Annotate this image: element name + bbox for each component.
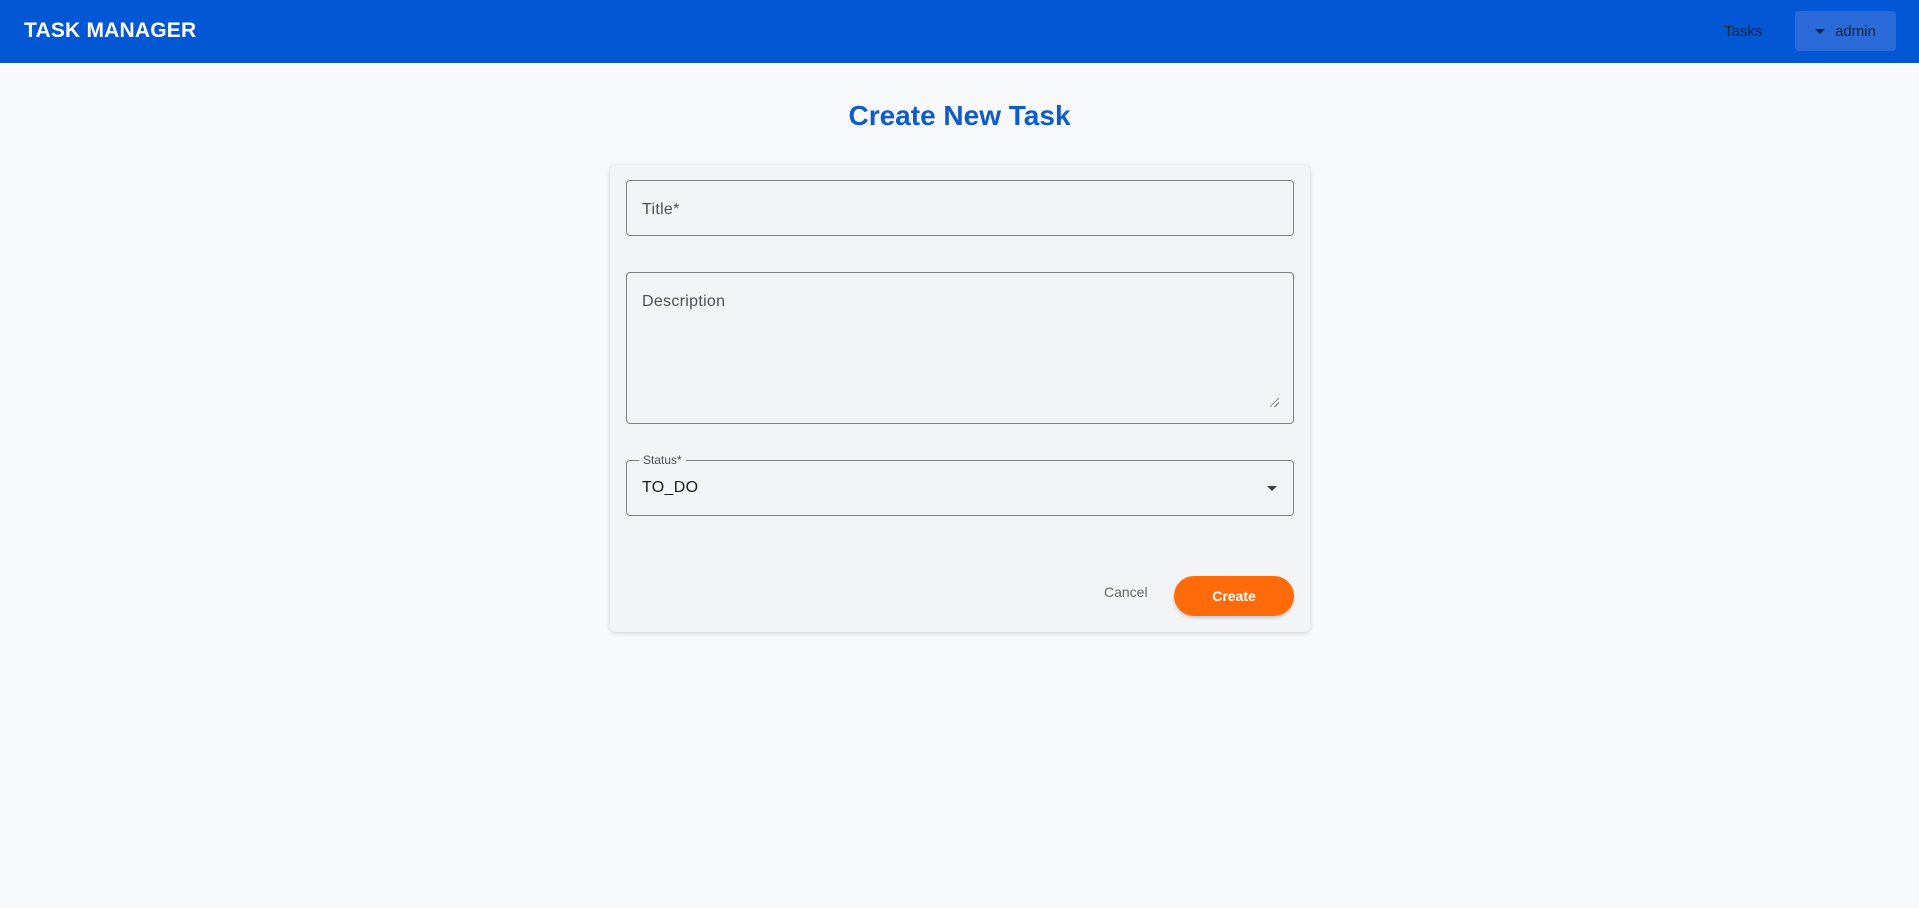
description-field[interactable]: Description: [626, 272, 1294, 424]
resize-handle-icon[interactable]: [1270, 398, 1279, 407]
chevron-down-icon: [1815, 28, 1826, 34]
page-title: Create New Task: [848, 100, 1071, 131]
status-select[interactable]: Status* TO_DO: [626, 453, 1294, 516]
nav-tasks-link[interactable]: Tasks: [1714, 20, 1772, 44]
title-field[interactable]: Title*: [626, 180, 1294, 236]
task-form-card: Title* Description Status* TO_DO Cancel …: [610, 165, 1310, 632]
dropdown-arrow-icon: [1267, 486, 1277, 491]
status-value: TO_DO: [642, 479, 699, 496]
cancel-button[interactable]: Cancel: [1096, 575, 1156, 609]
title-placeholder: Title*: [642, 201, 680, 218]
create-button[interactable]: Create: [1174, 576, 1294, 616]
user-name: admin: [1835, 22, 1876, 40]
app-brand[interactable]: TASK MANAGER: [24, 19, 196, 43]
app-bar: TASK MANAGER Tasks admin: [0, 0, 1919, 63]
user-menu-button[interactable]: admin: [1795, 11, 1896, 51]
status-label: Status*: [639, 453, 686, 467]
description-placeholder: Description: [642, 293, 726, 310]
